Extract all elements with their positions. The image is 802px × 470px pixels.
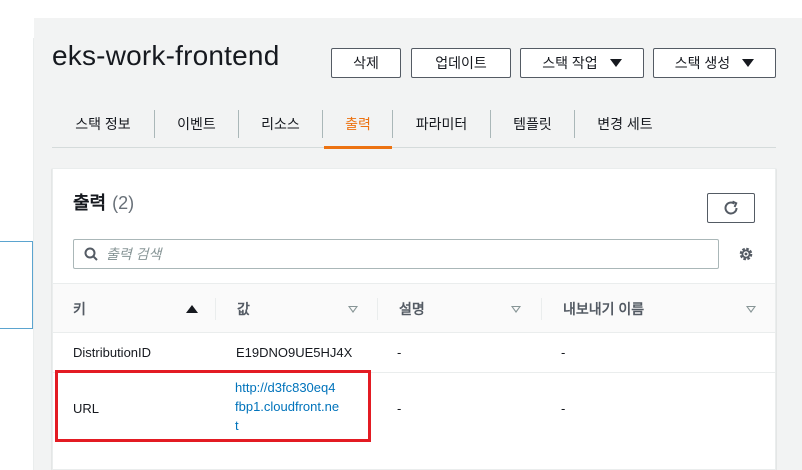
table-row: DistributionID E19DNO9UE5HJ4X - -	[53, 333, 775, 373]
column-label: 값	[237, 301, 250, 317]
tab-stack-info[interactable]: 스택 정보	[52, 100, 154, 148]
column-header-export-name[interactable]: 내보내기 이름	[563, 284, 644, 334]
tab-template[interactable]: 템플릿	[491, 100, 574, 148]
tab-divider	[322, 110, 323, 138]
sort-ascending-icon[interactable]	[186, 305, 198, 313]
column-label: 설명	[399, 301, 425, 317]
outputs-title-text: 출력	[73, 193, 107, 213]
tab-label: 파라미터	[415, 116, 468, 132]
output-description: -	[397, 401, 402, 416]
table-header: 키 값 설명 내보내기 이름	[53, 283, 775, 333]
tab-change-sets[interactable]: 변경 세트	[575, 100, 675, 148]
caret-down-icon	[742, 59, 755, 67]
refresh-button[interactable]	[707, 193, 755, 223]
delete-button[interactable]: 삭제	[331, 48, 401, 78]
tab-parameters[interactable]: 파라미터	[393, 100, 490, 148]
caret-down-icon	[609, 59, 622, 67]
column-header-description[interactable]: 설명	[399, 284, 425, 334]
outputs-panel: 출력(2) 키 값 설명 내보내기 이름 DistributionID E19D…	[52, 168, 776, 470]
link-line: fbp1.cloudfront.ne	[235, 399, 340, 414]
update-button-label: 업데이트	[435, 55, 487, 71]
top-strip	[0, 0, 802, 18]
column-label: 내보내기 이름	[563, 301, 645, 317]
stack-actions-button[interactable]: 스택 작업	[520, 48, 644, 78]
output-value-link[interactable]: http://d3fc830eq4 fbp1.cloudfront.ne t	[235, 378, 365, 435]
selected-stack-item[interactable]	[0, 241, 34, 329]
column-divider	[215, 298, 216, 320]
output-value: E19DNO9UE5HJ4X	[236, 345, 353, 360]
column-divider	[377, 298, 378, 320]
settings-button[interactable]	[735, 243, 757, 265]
panel-divider	[33, 38, 34, 470]
tab-label: 리소스	[261, 116, 300, 132]
create-stack-button[interactable]: 스택 생성	[653, 48, 776, 78]
refresh-icon	[724, 200, 738, 215]
tab-label: 출력	[345, 116, 371, 132]
sort-descending-icon[interactable]	[511, 306, 521, 313]
table-row: URL http://d3fc830eq4 fbp1.cloudfront.ne…	[53, 373, 775, 470]
column-label: 키	[73, 301, 86, 317]
output-key: URL	[73, 401, 100, 416]
search-input[interactable]	[106, 246, 686, 262]
stack-tabs: 스택 정보 이벤트 리소스 출력 파라미터 템플릿 변경 세트	[52, 100, 776, 149]
output-export-name: -	[561, 401, 566, 416]
column-header-value[interactable]: 값	[237, 284, 250, 334]
column-header-key[interactable]: 키	[73, 284, 86, 334]
link-line: http://d3fc830eq4	[235, 380, 336, 395]
tab-outputs[interactable]: 출력	[324, 100, 392, 149]
tab-label: 이벤트	[177, 116, 216, 132]
update-button[interactable]: 업데이트	[411, 48, 511, 78]
gear-icon	[739, 247, 753, 261]
output-description: -	[397, 345, 402, 360]
output-key: DistributionID	[73, 345, 152, 360]
search-field	[73, 239, 719, 269]
tab-resources[interactable]: 리소스	[239, 100, 322, 148]
output-export-name: -	[561, 345, 566, 360]
stack-list-panel	[0, 38, 34, 470]
page-title: eks-work-frontend	[52, 40, 280, 71]
tab-label: 템플릿	[513, 116, 552, 132]
column-divider	[541, 298, 542, 320]
link-line: t	[235, 418, 239, 433]
create-stack-label: 스택 생성	[674, 55, 731, 71]
search-icon	[84, 247, 98, 261]
delete-button-label: 삭제	[353, 55, 379, 71]
tab-label: 변경 세트	[597, 116, 653, 132]
sort-descending-icon[interactable]	[348, 306, 358, 313]
tab-events[interactable]: 이벤트	[155, 100, 238, 148]
outputs-title: 출력 (2)	[73, 189, 134, 215]
outputs-count: (2)	[112, 193, 135, 213]
tab-label: 스택 정보	[75, 116, 131, 132]
sort-descending-icon[interactable]	[746, 306, 756, 313]
stack-actions-label: 스택 작업	[542, 55, 598, 71]
